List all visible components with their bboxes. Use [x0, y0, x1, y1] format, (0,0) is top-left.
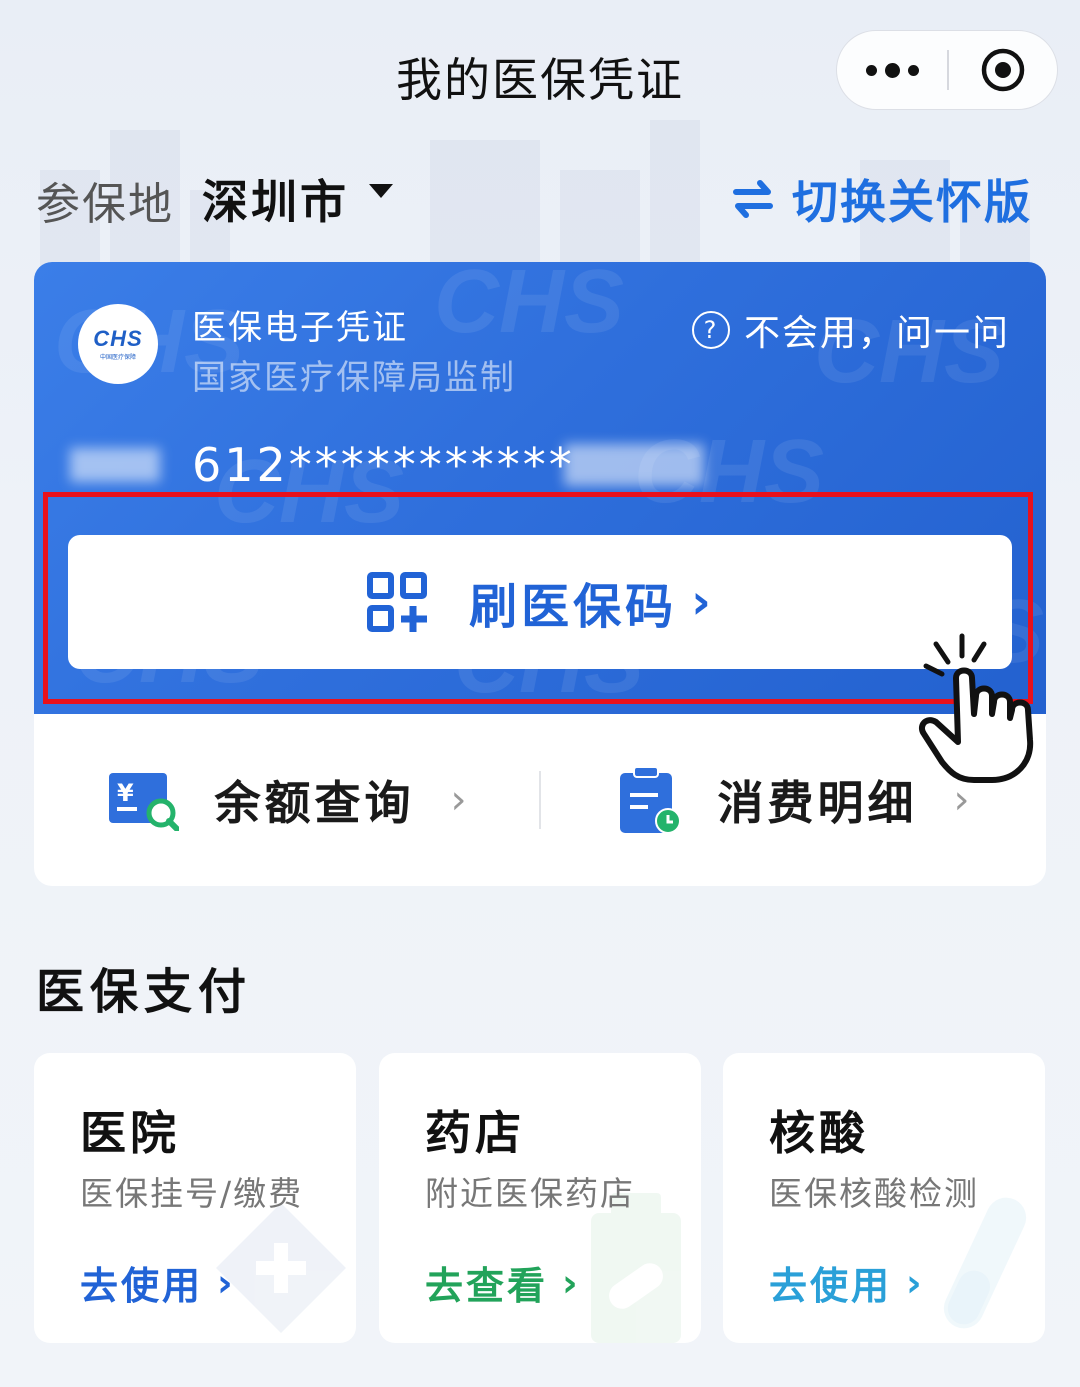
caret-down-icon[interactable]	[369, 184, 393, 198]
question-circle-icon: ?	[691, 311, 730, 349]
tile-title: 核酸	[769, 1106, 869, 1160]
switch-care-mode-button[interactable]: 切换关怀版	[728, 166, 1032, 232]
tile-action-link[interactable]: 去使用 ›	[769, 1255, 925, 1310]
quick-links-row: ¥ 余额查询 › 消费明细 ›	[34, 714, 1046, 886]
tile-title: 医院	[80, 1106, 180, 1160]
target-close-icon[interactable]	[949, 31, 1058, 109]
more-dots-icon[interactable]	[837, 31, 947, 109]
tile-subtitle: 医保核酸检测	[769, 1174, 979, 1213]
insured-location-label: 参保地	[36, 179, 174, 230]
nucleic-acid-tile[interactable]: 核酸 医保核酸检测 去使用 ›	[723, 1053, 1045, 1343]
card-subtitle: 国家医疗保障局监制	[192, 358, 516, 398]
svg-text:¥: ¥	[117, 779, 134, 807]
masked-id-number: 612***********	[192, 438, 575, 492]
help-button[interactable]: ? 不会用，问一问	[691, 304, 1010, 356]
tile-subtitle: 医保挂号/缴费	[80, 1174, 304, 1213]
consumption-detail-icon	[619, 766, 681, 834]
balance-query-label: 余额查询	[214, 776, 415, 830]
balance-query-icon: ¥	[108, 773, 179, 831]
help-label: 不会用，问一问	[743, 313, 1010, 354]
chevron-right-icon: ›	[562, 1260, 581, 1305]
balance-query-link[interactable]: ¥ 余额查询 ›	[34, 714, 539, 886]
insured-city-selector[interactable]: 深圳市	[202, 166, 349, 232]
masked-id-tail-blur	[564, 444, 704, 486]
masked-name-blur	[70, 448, 160, 482]
tile-action-link[interactable]: 去使用 ›	[80, 1255, 236, 1310]
hospital-tile[interactable]: 医院 医保挂号/缴费 去使用 ›	[34, 1053, 356, 1343]
chevron-right-icon: ›	[906, 1260, 925, 1305]
tile-subtitle: 附近医保药店	[425, 1174, 635, 1213]
svg-text:CHS: CHS	[434, 262, 624, 352]
mini-program-capsule	[836, 30, 1058, 110]
chevron-right-icon: ›	[217, 1260, 236, 1305]
payment-section-title: 医保支付	[36, 964, 253, 1020]
tap-hand-icon	[918, 633, 1034, 783]
switch-care-mode-label: 切换关怀版	[792, 175, 1032, 229]
chs-logo: CHS 中国医疗保障	[78, 304, 158, 384]
tile-action-link[interactable]: 去查看 ›	[425, 1255, 581, 1310]
pharmacy-tile[interactable]: 药店 附近医保药店 去查看 ›	[379, 1053, 701, 1343]
card-title: 医保电子凭证	[192, 308, 408, 348]
tile-title: 药店	[425, 1106, 525, 1160]
chevron-right-icon: ›	[450, 777, 467, 823]
consumption-detail-label: 消费明细	[717, 776, 918, 830]
highlight-box	[43, 492, 1033, 704]
switch-arrows-icon	[733, 180, 773, 218]
